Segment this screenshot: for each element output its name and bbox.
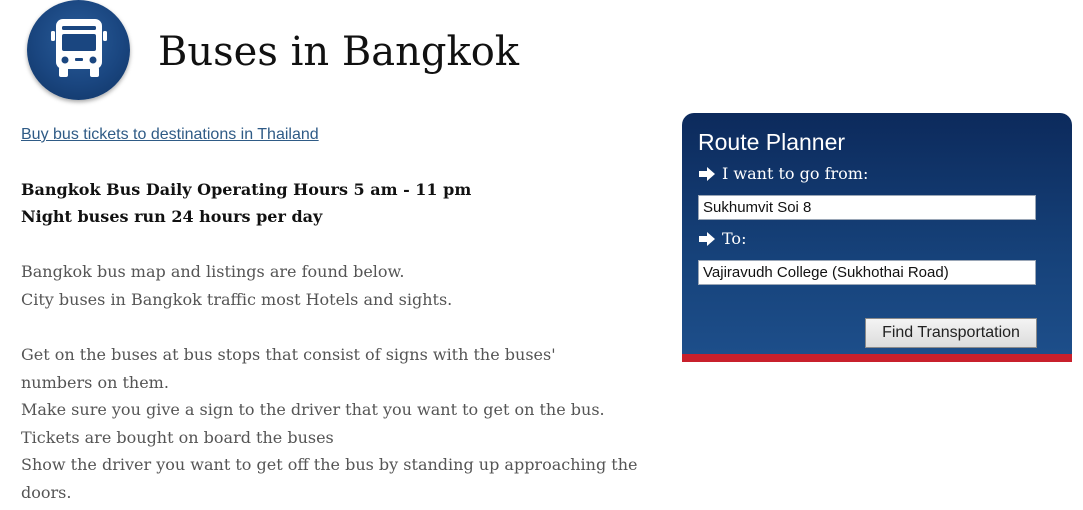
arrow-right-icon	[698, 231, 716, 253]
to-input[interactable]	[698, 260, 1036, 285]
operating-hours-line: Bangkok Bus Daily Operating Hours 5 am -…	[21, 180, 472, 199]
bus-logo	[27, 0, 130, 100]
from-input[interactable]	[698, 195, 1036, 220]
tip-line: Make sure you give a sign to the driver …	[21, 400, 605, 419]
operating-hours: Bangkok Bus Daily Operating Hours 5 am -…	[21, 176, 471, 230]
bus-icon	[51, 19, 107, 77]
route-planner: Route Planner I want to go from: To: Fin…	[682, 113, 1072, 354]
route-planner-accent-bar	[682, 354, 1072, 362]
tip-line: Show the driver you want to get off the …	[21, 455, 638, 474]
tip-line: doors.	[21, 482, 72, 502]
tip-line: Tickets are bought on board the buses	[21, 427, 334, 447]
find-transportation-button[interactable]: Find Transportation	[865, 318, 1037, 348]
tip-line: numbers on them.	[21, 372, 169, 392]
arrow-right-icon	[698, 166, 716, 188]
to-label: To:	[698, 228, 746, 253]
intro-text: Bangkok bus map and listings are found b…	[21, 258, 452, 314]
bus-tips: Get on the buses at bus stops that consi…	[21, 341, 681, 506]
intro-line: City buses in Bangkok traffic most Hotel…	[21, 290, 453, 309]
to-label-text: To:	[722, 229, 747, 248]
tip-line: Get on the buses at bus stops that consi…	[21, 345, 556, 364]
page-title: Buses in Bangkok	[158, 29, 520, 75]
from-label: I want to go from:	[698, 163, 868, 188]
buy-tickets-link[interactable]: Buy bus tickets to destinations in Thail…	[21, 124, 319, 146]
from-label-text: I want to go from:	[722, 164, 869, 183]
intro-line: Bangkok bus map and listings are found b…	[21, 262, 405, 281]
night-buses-line: Night buses run 24 hours per day	[21, 207, 323, 226]
route-planner-title: Route Planner	[698, 129, 846, 155]
